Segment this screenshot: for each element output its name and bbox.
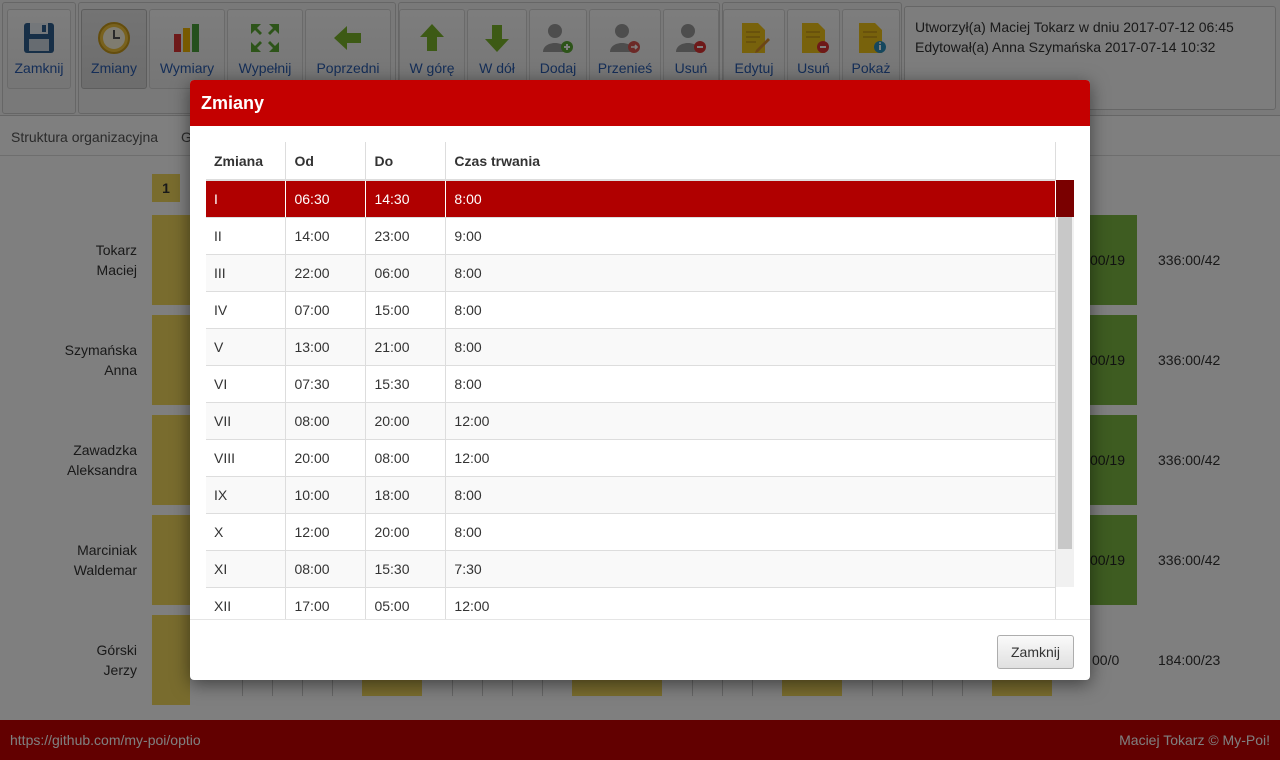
cell-duration: 8:00 — [445, 254, 1056, 292]
cell-to: 14:30 — [365, 180, 447, 218]
cell-to: 15:30 — [365, 550, 447, 588]
cell-duration: 8:00 — [445, 513, 1056, 551]
cell-from: 20:00 — [285, 439, 367, 477]
table-row[interactable]: X 12:00 20:00 8:00 — [206, 513, 1056, 551]
cell-shift: XI — [206, 550, 287, 588]
cell-to: 08:00 — [365, 439, 447, 477]
cell-from: 06:30 — [285, 180, 367, 218]
cell-shift: VI — [206, 365, 287, 403]
cell-duration: 8:00 — [445, 328, 1056, 366]
cell-to: 23:00 — [365, 217, 447, 255]
cell-from: 13:00 — [285, 328, 367, 366]
cell-from: 14:00 — [285, 217, 367, 255]
table-row[interactable]: II 14:00 23:00 9:00 — [206, 217, 1056, 255]
cell-to: 20:00 — [365, 513, 447, 551]
table-row[interactable]: I 06:30 14:30 8:00 — [206, 180, 1056, 218]
cell-from: 17:00 — [285, 587, 367, 619]
cell-to: 21:00 — [365, 328, 447, 366]
cell-shift: I — [206, 180, 287, 218]
cell-to: 15:00 — [365, 291, 447, 329]
cell-from: 08:00 — [285, 550, 367, 588]
cell-duration: 7:30 — [445, 550, 1056, 588]
cell-duration: 12:00 — [445, 402, 1056, 440]
cell-shift: V — [206, 328, 287, 366]
cell-shift: VII — [206, 402, 287, 440]
dialog-footer: Zamknij — [190, 619, 1090, 680]
cell-to: 20:00 — [365, 402, 447, 440]
scrollbar[interactable] — [1056, 180, 1074, 587]
cell-from: 12:00 — [285, 513, 367, 551]
cell-duration: 8:00 — [445, 291, 1056, 329]
table-row[interactable]: XII 17:00 05:00 12:00 — [206, 587, 1056, 619]
cell-duration: 8:00 — [445, 180, 1056, 218]
cell-from: 22:00 — [285, 254, 367, 292]
cell-from: 07:00 — [285, 291, 367, 329]
table-row[interactable]: XI 08:00 15:30 7:30 — [206, 550, 1056, 588]
scrollbar-top-button[interactable] — [1056, 180, 1074, 217]
table-row[interactable]: VIII 20:00 08:00 12:00 — [206, 439, 1056, 477]
table-row[interactable]: IX 10:00 18:00 8:00 — [206, 476, 1056, 514]
cell-to: 18:00 — [365, 476, 447, 514]
shifts-dialog: Zmiany Zmiana Od Do Czas trwania I 06:30 1… — [190, 80, 1090, 680]
cell-duration: 8:00 — [445, 476, 1056, 514]
cell-from: 08:00 — [285, 402, 367, 440]
table-row[interactable]: IV 07:00 15:00 8:00 — [206, 291, 1056, 329]
shifts-table: Zmiana Od Do Czas trwania I 06:30 14:30 8:0… — [206, 142, 1056, 619]
column-header-from[interactable]: Od — [285, 142, 367, 181]
column-header-duration[interactable]: Czas trwania — [445, 142, 1056, 181]
cell-shift: VIII — [206, 439, 287, 477]
cell-shift: II — [206, 217, 287, 255]
cell-duration: 8:00 — [445, 365, 1056, 403]
cell-shift: X — [206, 513, 287, 551]
cell-shift: III — [206, 254, 287, 292]
cell-to: 15:30 — [365, 365, 447, 403]
table-row[interactable]: VI 07:30 15:30 8:00 — [206, 365, 1056, 403]
cell-to: 06:00 — [365, 254, 447, 292]
table-row[interactable]: VII 08:00 20:00 12:00 — [206, 402, 1056, 440]
cell-from: 07:30 — [285, 365, 367, 403]
cell-duration: 12:00 — [445, 439, 1056, 477]
cell-to: 05:00 — [365, 587, 447, 619]
cell-shift: IV — [206, 291, 287, 329]
column-header-to[interactable]: Do — [365, 142, 447, 181]
scrollbar-thumb[interactable] — [1058, 217, 1072, 549]
column-header-shift[interactable]: Zmiana — [206, 142, 287, 181]
cell-duration: 9:00 — [445, 217, 1056, 255]
cell-shift: XII — [206, 587, 287, 619]
table-row[interactable]: III 22:00 06:00 8:00 — [206, 254, 1056, 292]
dialog-body: Zmiana Od Do Czas trwania I 06:30 14:30 8:0… — [206, 142, 1074, 619]
dialog-close-button[interactable]: Zamknij — [997, 635, 1074, 669]
cell-duration: 12:00 — [445, 587, 1056, 619]
table-header-row: Zmiana Od Do Czas trwania — [206, 142, 1056, 181]
cell-shift: IX — [206, 476, 287, 514]
table-row[interactable]: V 13:00 21:00 8:00 — [206, 328, 1056, 366]
cell-from: 10:00 — [285, 476, 367, 514]
dialog-title: Zmiany — [190, 80, 1090, 126]
